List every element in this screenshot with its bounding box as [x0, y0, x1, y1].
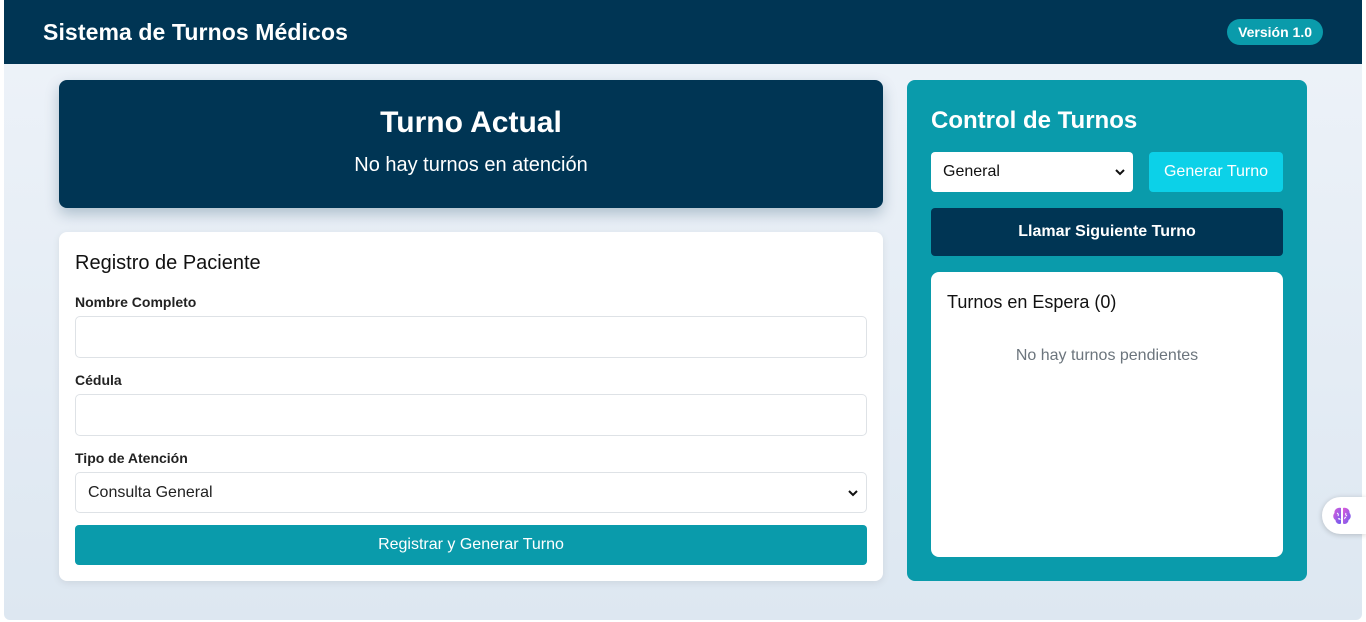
app-title: Sistema de Turnos Médicos — [43, 18, 348, 45]
attention-type-label: Tipo de Atención — [75, 450, 188, 466]
turn-type-select[interactable]: General — [931, 152, 1133, 192]
generate-turn-button[interactable]: Generar Turno — [1149, 152, 1283, 192]
brain-icon — [1333, 507, 1351, 524]
call-next-turn-button[interactable]: Llamar Siguiente Turno — [931, 208, 1283, 256]
assistant-widget[interactable] — [1322, 497, 1366, 534]
control-row: General Generar Turno — [931, 152, 1283, 192]
current-turn-panel: Turno Actual No hay turnos en atención — [59, 80, 883, 208]
id-input[interactable] — [75, 394, 867, 436]
chevron-down-icon — [848, 489, 858, 496]
register-button[interactable]: Registrar y Generar Turno — [75, 525, 867, 565]
chevron-down-icon — [1115, 169, 1125, 176]
turn-type-value: General — [943, 163, 1000, 180]
app-window: Sistema de Turnos Médicos Versión 1.0 Tu… — [4, 0, 1362, 620]
navbar: Sistema de Turnos Médicos Versión 1.0 — [4, 0, 1362, 64]
name-input[interactable] — [75, 316, 867, 358]
control-title: Control de Turnos — [931, 107, 1138, 134]
attention-type-value: Consulta General — [88, 483, 213, 501]
patient-registration-card: Registro de Paciente Nombre Completo Céd… — [59, 232, 883, 581]
queue-title: Turnos en Espera (0) — [947, 292, 1117, 312]
version-badge: Versión 1.0 — [1227, 19, 1323, 45]
waiting-queue-card: Turnos en Espera (0) No hay turnos pendi… — [931, 272, 1283, 557]
name-label: Nombre Completo — [75, 294, 197, 310]
turn-control-panel: Control de Turnos General Generar Turno … — [907, 80, 1307, 581]
queue-empty-message: No hay turnos pendientes — [1015, 347, 1199, 364]
id-label: Cédula — [75, 372, 122, 388]
attention-type-select[interactable]: Consulta General — [75, 472, 867, 513]
current-turn-status: No hay turnos en atención — [354, 154, 588, 176]
current-turn-title: Turno Actual — [380, 106, 562, 139]
registration-title: Registro de Paciente — [75, 252, 261, 274]
